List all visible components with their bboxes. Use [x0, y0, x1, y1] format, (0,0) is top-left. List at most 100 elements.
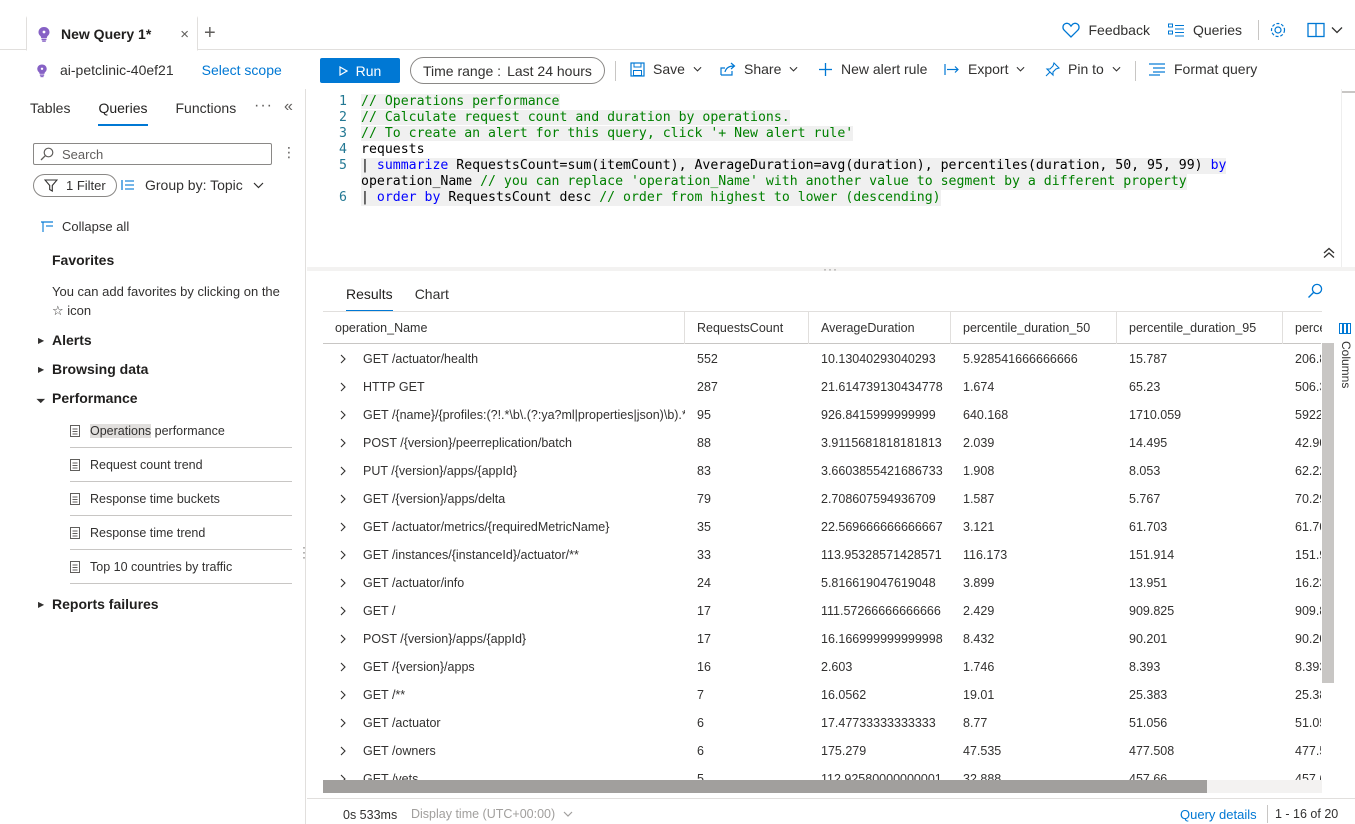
table-row[interactable]: GET /** 7 16.0562 19.01 25.383 25.38 [323, 681, 1322, 709]
chevron-right-icon[interactable] [339, 550, 347, 560]
table-row[interactable]: POST /{version}/apps/{appId} 17 16.1669999… [323, 625, 1322, 653]
close-icon[interactable]: × [180, 26, 189, 43]
table-row[interactable]: GET /{version}/apps/delta 79 2.70860759493… [323, 485, 1322, 513]
query-item-operations-performance[interactable]: Operations performance [70, 414, 292, 448]
column-header[interactable]: percentile_duration_99 [1283, 312, 1322, 344]
table-row[interactable]: GET /{name}/{profiles:(?!.*\b\.(?:ya?ml|… [323, 401, 1322, 429]
chevron-right-icon[interactable] [339, 690, 347, 700]
query-item-response-time-trend[interactable]: Response time trend [70, 516, 292, 550]
search-input[interactable]: Search [33, 143, 272, 165]
tab-chart[interactable]: Chart [415, 286, 449, 312]
query-item-top-10-countries[interactable]: Top 10 countries by traffic [70, 550, 292, 584]
new-tab-button[interactable]: + [204, 22, 216, 45]
table-row[interactable]: GET /owners 6 175.279 47.535 477.508 477.5 [323, 737, 1322, 765]
category-performance[interactable]: ◢ Performance [36, 390, 138, 406]
category-browsing-data[interactable]: ▶ Browsing data [38, 361, 148, 377]
vertical-dots-icon[interactable]: ⋮ [282, 144, 296, 161]
time-range-picker[interactable]: Time range : Last 24 hours [410, 57, 605, 84]
tab-queries[interactable]: Queries [98, 100, 148, 126]
chevron-right-icon[interactable] [339, 578, 347, 588]
horizontal-scrollbar[interactable] [323, 780, 1322, 793]
collapse-editor-icon[interactable] [1323, 247, 1335, 259]
column-header[interactable]: RequestsCount [685, 312, 809, 344]
collapse-panel-icon[interactable]: « [284, 98, 293, 116]
chevron-right-icon[interactable] [339, 634, 347, 644]
chevron-right-icon[interactable] [339, 382, 347, 392]
table-row[interactable]: GET / 17 111.57266666666666 2.429 909.825 909… [323, 597, 1322, 625]
vertical-scrollbar[interactable] [1321, 343, 1335, 780]
table-cell: 8.393 [1129, 660, 1161, 674]
chevron-right-icon[interactable] [339, 746, 347, 756]
table-row[interactable]: GET /actuator/info 24 5.816619047619048 3.8… [323, 569, 1322, 597]
vertical-splitter-handle[interactable]: · · · [302, 541, 306, 563]
table-row[interactable]: GET /actuator 6 17.47733333333333 8.77 51.05… [323, 709, 1322, 737]
display-time-dropdown[interactable]: Display time (UTC+00:00) [411, 807, 573, 821]
editor-line-5-wrap: operation_Name // you can replace 'opera… [307, 174, 1187, 190]
scroll-thumb[interactable] [323, 780, 1207, 793]
chevron-down-icon[interactable] [1331, 26, 1343, 34]
scroll-thumb[interactable] [1322, 343, 1334, 683]
plus-icon [819, 62, 832, 76]
column-header[interactable]: AverageDuration [809, 312, 951, 344]
chevron-right-icon[interactable] [339, 606, 347, 616]
table-cell: 25.38 [1295, 688, 1322, 702]
select-scope-link[interactable]: Select scope [202, 62, 282, 78]
run-button[interactable]: Run [320, 58, 400, 83]
columns-panel-toggle[interactable]: Columns [1337, 321, 1353, 401]
chevron-right-icon[interactable] [339, 438, 347, 448]
query-item-response-time-buckets[interactable]: Response time buckets [70, 482, 292, 516]
table-row[interactable]: HTTP GET 287 21.614739130434778 1.674 65.23 5… [323, 373, 1322, 401]
query-item-request-count-trend[interactable]: Request count trend [70, 448, 292, 482]
feedback-button[interactable]: Feedback [1056, 22, 1155, 38]
table-cell: 175.279 [821, 744, 867, 758]
column-header[interactable]: percentile_duration_50 [951, 312, 1117, 344]
tab-results[interactable]: Results [346, 286, 393, 312]
table-cell: 42.90 [1295, 436, 1322, 450]
export-button[interactable]: Export [944, 61, 1025, 77]
query-tab[interactable]: New Query 1* × [26, 16, 198, 51]
tab-functions[interactable]: Functions [176, 100, 237, 126]
search-icon[interactable] [1307, 283, 1323, 299]
table-row[interactable]: PUT /{version}/apps/{appId} 83 3.660385542… [323, 457, 1322, 485]
table-row[interactable]: POST /{version}/peerreplication/batch 88 3… [323, 429, 1322, 457]
table-cell: POST /{version}/peerreplication/batch [363, 436, 572, 450]
chevron-right-icon[interactable] [339, 494, 347, 504]
column-header[interactable]: operation_Name [323, 312, 685, 344]
chevron-right-icon[interactable] [339, 718, 347, 728]
book-icon[interactable] [1307, 22, 1325, 38]
filter-button[interactable]: 1 Filter [33, 174, 117, 197]
query-details-link[interactable]: Query details [1180, 807, 1257, 822]
table-row[interactable]: GET /instances/{instanceId}/actuator/** 3… [323, 541, 1322, 569]
category-alerts[interactable]: ▶ Alerts [38, 332, 92, 348]
table-cell: 15.787 [1129, 352, 1168, 366]
gear-icon[interactable] [1269, 21, 1287, 39]
new-alert-rule-button[interactable]: New alert rule [818, 61, 927, 77]
table-cell: 926.8415999999999 [821, 408, 936, 422]
table-cell: 17 [697, 604, 711, 618]
collapse-all-button[interactable]: Collapse all [40, 219, 129, 234]
save-button[interactable]: Save [630, 61, 702, 77]
chevron-right-icon[interactable] [339, 522, 347, 532]
table-cell: 13.951 [1129, 576, 1168, 590]
query-editor[interactable]: 1 // Operations performance 2 // Calcula… [307, 89, 1355, 267]
chevron-right-icon[interactable] [339, 410, 347, 420]
column-header[interactable]: percentile_duration_95 [1117, 312, 1283, 344]
editor-scrollbar[interactable] [1341, 89, 1355, 267]
tab-tables[interactable]: Tables [30, 100, 70, 126]
more-options-icon[interactable]: ··· [254, 97, 273, 115]
chevron-right-icon[interactable] [339, 466, 347, 476]
group-by-dropdown[interactable]: Group by: Topic [121, 177, 264, 193]
table-cell: 8.053 [1129, 464, 1161, 478]
format-query-button[interactable]: Format query [1148, 61, 1257, 77]
table-row[interactable]: GET /actuator/metrics/{requiredMetricNam… [323, 513, 1322, 541]
chevron-right-icon[interactable] [339, 662, 347, 672]
category-reports-failures[interactable]: ▶ Reports failures [38, 596, 159, 612]
category-label: Browsing data [52, 361, 149, 377]
chevron-right-icon[interactable] [339, 354, 347, 364]
share-button[interactable]: Share [720, 61, 798, 77]
queries-button[interactable]: Queries [1162, 22, 1248, 38]
table-row[interactable]: GET /{version}/apps 16 2.603 1.746 8.393 8.39… [323, 653, 1322, 681]
search-placeholder: Search [62, 146, 104, 162]
table-row[interactable]: GET /actuator/health 552 10.13040293040293… [323, 345, 1322, 373]
pin-to-button[interactable]: Pin to [1045, 61, 1121, 77]
